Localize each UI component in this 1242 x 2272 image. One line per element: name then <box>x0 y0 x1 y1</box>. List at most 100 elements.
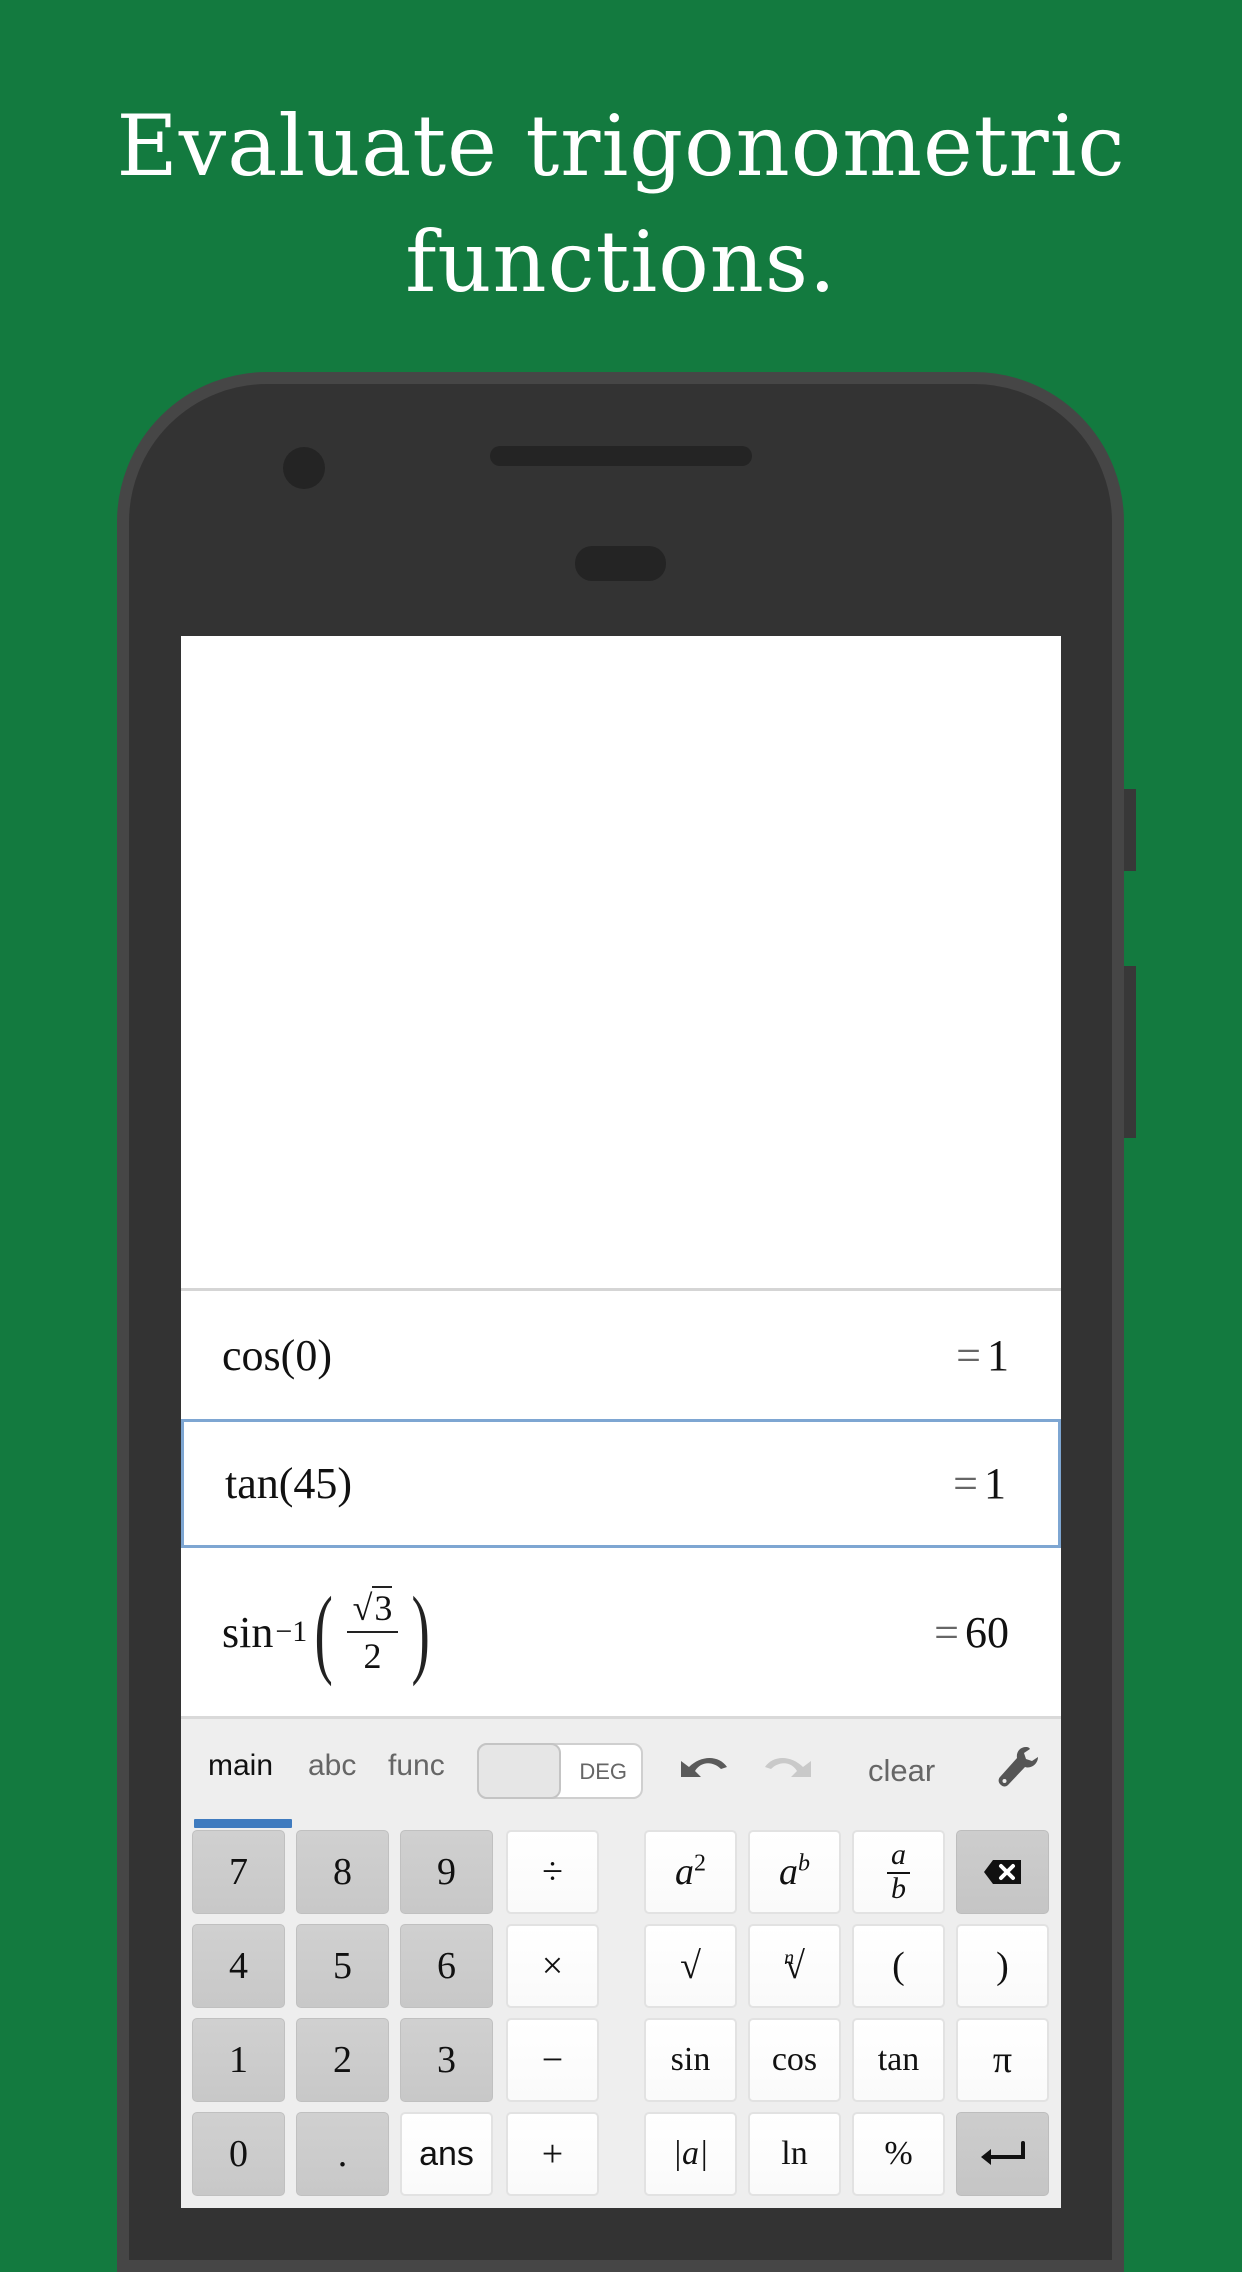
key-decimal[interactable]: . <box>296 2112 389 2196</box>
key-left-paren[interactable]: ( <box>852 1924 945 2008</box>
radical: √ <box>784 1945 805 1987</box>
key-label: ) <box>996 1945 1009 1987</box>
key-label: 8 <box>333 1851 352 1893</box>
key-4[interactable]: 4 <box>192 1924 285 2008</box>
proximity-sensor <box>575 546 666 581</box>
key-nth-root[interactable]: n√ <box>748 1924 841 2008</box>
inverse-exponent: −1 <box>275 1615 308 1648</box>
key-ln[interactable]: ln <box>748 2112 841 2196</box>
tab-main[interactable]: main <box>208 1749 273 1783</box>
key-pi[interactable]: π <box>956 2018 1049 2102</box>
key-cos[interactable]: cos <box>748 2018 841 2102</box>
calculator-screen: cos(0) = 1 tan(45) = 1 sin −1 ( √3 2 ) = 60 <box>181 636 1061 2208</box>
function-name: sin <box>222 1607 274 1657</box>
radical-sign: √ <box>352 1588 373 1628</box>
key-label: a2 <box>675 1850 706 1894</box>
key-multiply[interactable]: × <box>506 1924 599 2008</box>
phone-volume-button <box>1124 966 1136 1138</box>
enter-icon <box>980 2141 1025 2165</box>
key-right-paren[interactable]: ) <box>956 1924 1049 2008</box>
key-7[interactable]: 7 <box>192 1830 285 1914</box>
key-label: π <box>992 2039 1013 2081</box>
key-label: + <box>541 2133 564 2175</box>
key-label: 5 <box>333 1945 352 1987</box>
key-fraction[interactable]: ab <box>852 1830 945 1914</box>
active-tab-indicator <box>194 1819 292 1828</box>
wrench-icon <box>998 1747 1038 1787</box>
key-label: − <box>541 2039 564 2081</box>
key-label: cos <box>771 2041 818 2078</box>
key-label: ÷ <box>542 1851 563 1893</box>
clear-button[interactable]: clear <box>868 1753 935 1789</box>
key-8[interactable]: 8 <box>296 1830 389 1914</box>
function-name: cos <box>222 1330 281 1380</box>
key-5[interactable]: 5 <box>296 1924 389 2008</box>
argument: 0 <box>295 1330 318 1380</box>
redo-button[interactable] <box>761 1747 817 1792</box>
headline: Evaluate trigonometric functions. <box>0 88 1242 320</box>
key-6[interactable]: 6 <box>400 1924 493 2008</box>
function-name: tan <box>225 1459 279 1508</box>
key-divide[interactable]: ÷ <box>506 1830 599 1914</box>
expression-row[interactable]: sin −1 ( √3 2 ) = 60 <box>181 1548 1061 1716</box>
key-abs[interactable]: |a| <box>644 2112 737 2196</box>
undo-button[interactable] <box>675 1747 731 1792</box>
phone-power-button <box>1124 789 1136 871</box>
key-label: 3 <box>437 2039 456 2081</box>
earpiece-speaker <box>490 446 752 466</box>
key-label: sin <box>670 2041 711 2078</box>
key-ans[interactable]: ans <box>400 2112 493 2196</box>
key-label: ab <box>887 1840 910 1904</box>
key-backspace[interactable] <box>956 1830 1049 1914</box>
expression-input[interactable]: tan(45) <box>225 1458 352 1509</box>
headline-line-1: Evaluate trigonometric <box>116 97 1126 195</box>
key-label: × <box>541 1945 564 1987</box>
key-1[interactable]: 1 <box>192 2018 285 2102</box>
key-3[interactable]: 3 <box>400 2018 493 2102</box>
expression-row-selected[interactable]: tan(45) = 1 <box>181 1419 1061 1548</box>
equals-sign: = <box>953 1459 978 1508</box>
key-percent[interactable]: % <box>852 2112 945 2196</box>
radicand: 3 <box>372 1586 393 1628</box>
key-enter[interactable] <box>956 2112 1049 2196</box>
tab-func[interactable]: func <box>388 1749 445 1783</box>
numerator: a <box>887 1840 910 1874</box>
key-9[interactable]: 9 <box>400 1830 493 1914</box>
key-sin[interactable]: sin <box>644 2018 737 2102</box>
keypad-tab-bar: main abc func DEG clear <box>181 1719 1061 1828</box>
key-power[interactable]: ab <box>748 1830 841 1914</box>
settings-button[interactable] <box>996 1745 1040 1794</box>
expression-row[interactable]: cos(0) = 1 <box>181 1291 1061 1419</box>
keypad: main abc func DEG clear 7 8 9 ÷ a2 ab a … <box>181 1716 1061 2208</box>
empty-workspace[interactable] <box>181 636 1061 1291</box>
key-2[interactable]: 2 <box>296 2018 389 2102</box>
key-square[interactable]: a2 <box>644 1830 737 1914</box>
key-label: ( <box>892 1945 905 1987</box>
key-label: % <box>884 2135 913 2172</box>
open-paren: ( <box>278 1459 294 1508</box>
key-label: ln <box>781 2135 808 2172</box>
key-plus[interactable]: + <box>506 2112 599 2196</box>
angle-mode-toggle[interactable]: DEG <box>477 1743 643 1799</box>
open-paren: ( <box>280 1330 296 1380</box>
key-label: 4 <box>229 1945 248 1987</box>
key-sqrt[interactable]: √ <box>644 1924 737 2008</box>
key-0[interactable]: 0 <box>192 2112 285 2196</box>
key-tan[interactable]: tan <box>852 2018 945 2102</box>
expression-input[interactable]: cos(0) <box>222 1330 332 1381</box>
close-paren: ) <box>337 1459 353 1508</box>
tab-abc[interactable]: abc <box>308 1749 356 1783</box>
denominator: b <box>891 1872 906 1905</box>
key-label: 0 <box>229 2133 248 2175</box>
equals-sign: = <box>956 1330 981 1380</box>
toggle-knob[interactable] <box>477 1743 561 1799</box>
key-minus[interactable]: − <box>506 2018 599 2102</box>
open-paren: ( <box>314 1576 334 1687</box>
fraction-numerator: √3 <box>346 1586 399 1633</box>
expression-input[interactable]: sin −1 ( √3 2 ) <box>222 1582 438 1682</box>
expression-result: = 60 <box>934 1607 1009 1658</box>
backspace-icon <box>983 1860 1021 1884</box>
result-value: 60 <box>965 1607 1009 1657</box>
key-label: ab <box>779 1850 810 1894</box>
key-label: √ <box>680 1945 701 1987</box>
